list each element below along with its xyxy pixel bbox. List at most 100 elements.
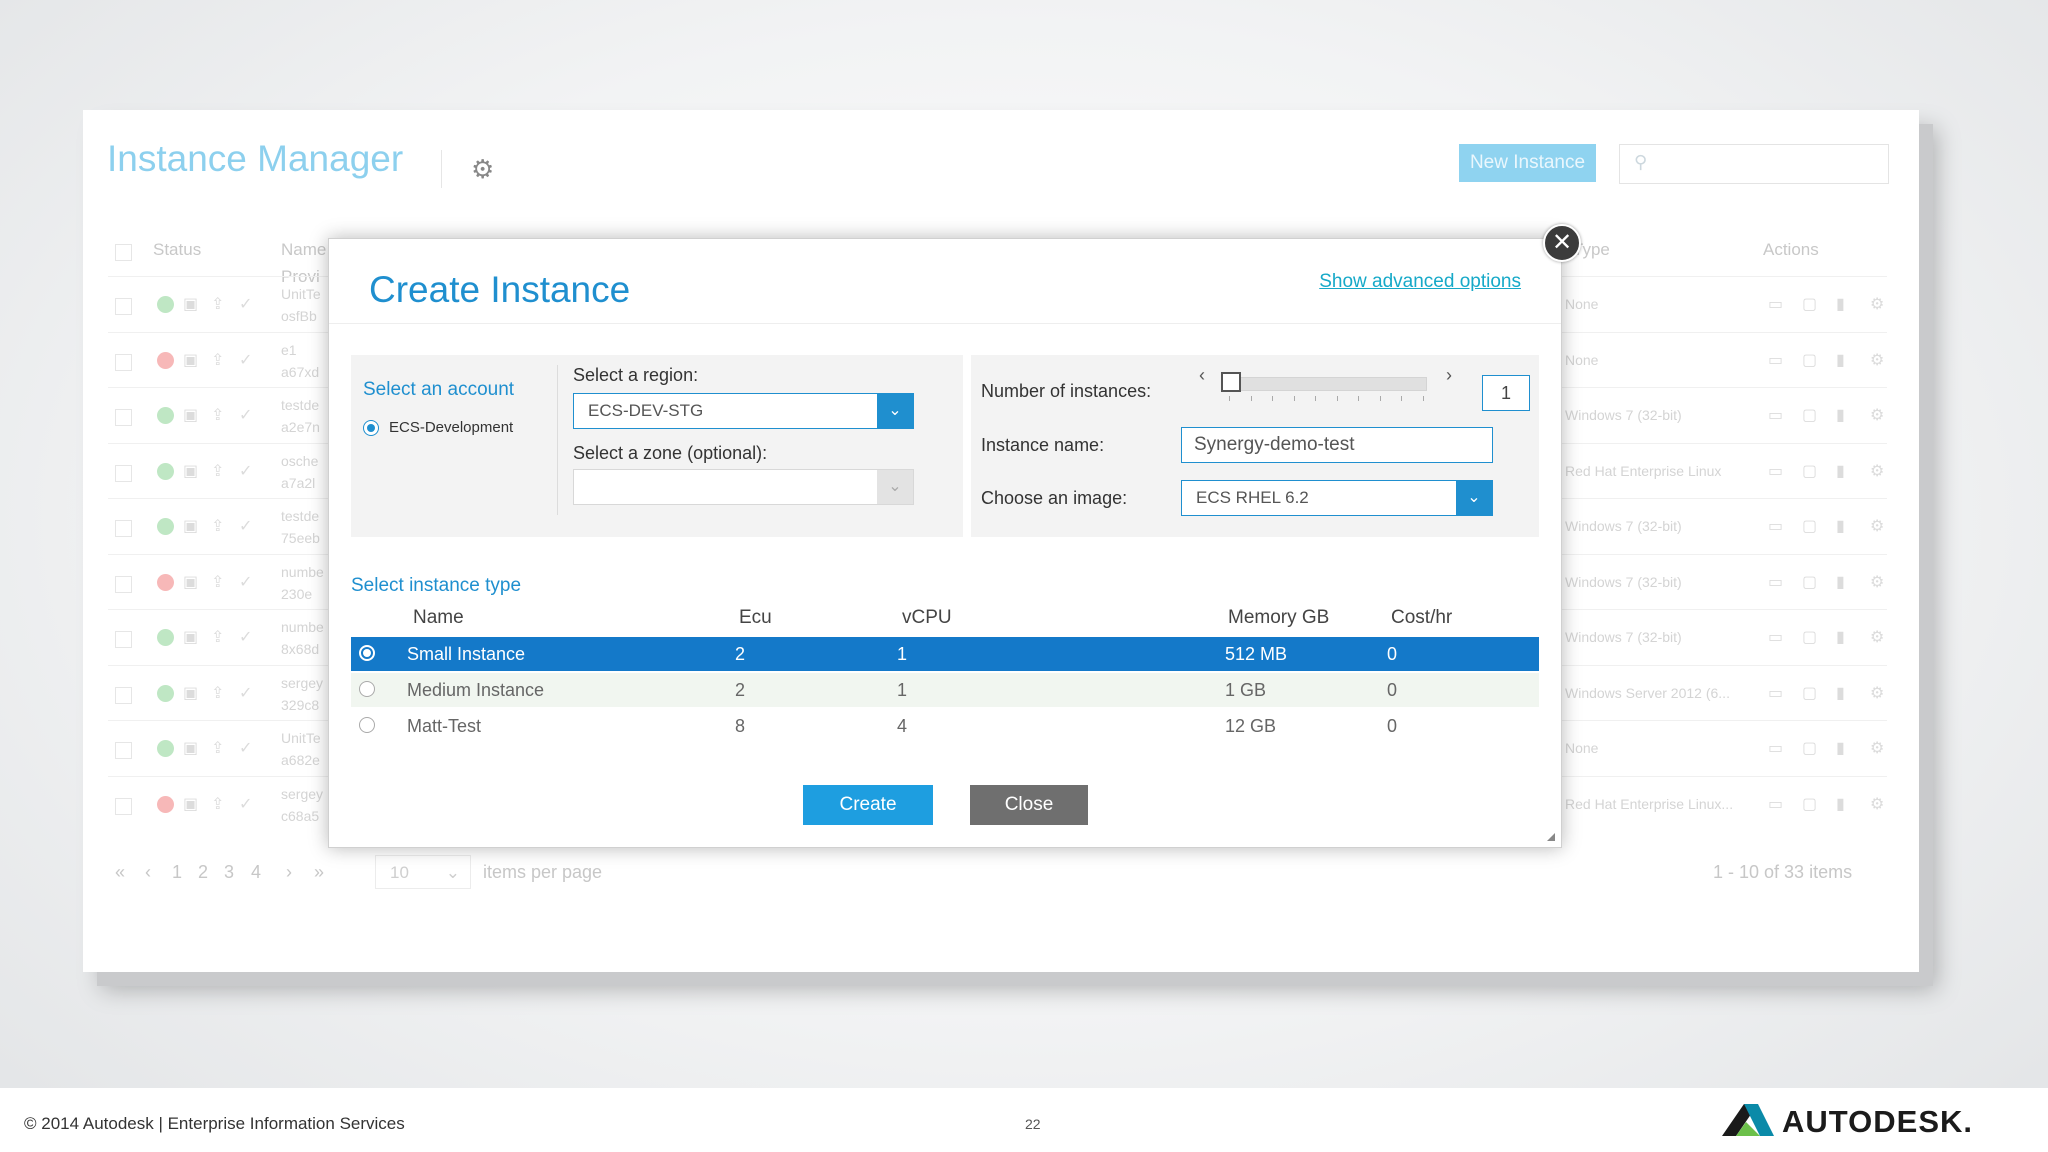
storage-icon[interactable]: ▭: [1768, 683, 1783, 703]
storage-icon[interactable]: ▭: [1768, 627, 1783, 647]
row-checkbox[interactable]: [115, 686, 132, 704]
row-checkbox[interactable]: [115, 631, 132, 648]
region-select[interactable]: ECS-DEV-STG ⌄: [573, 393, 914, 429]
zone-select[interactable]: ⌄: [573, 469, 914, 505]
gear-icon[interactable]: ⚙: [1870, 350, 1884, 370]
gear-icon[interactable]: ⚙: [1870, 683, 1884, 703]
storage-icon[interactable]: ▭: [1768, 794, 1783, 814]
upload-icon[interactable]: ⇪: [211, 627, 224, 647]
instance-type-radio[interactable]: [359, 681, 375, 697]
pager-page-3[interactable]: 3: [224, 862, 234, 883]
per-page-select[interactable]: 10 ⌄: [375, 855, 471, 889]
upload-icon[interactable]: ⇪: [211, 516, 224, 536]
slider-left-icon[interactable]: ‹: [1199, 365, 1205, 386]
image-select[interactable]: ECS RHEL 6.2 ⌄: [1181, 480, 1493, 516]
account-radio[interactable]: [363, 420, 379, 436]
check-icon[interactable]: ✓: [239, 683, 252, 703]
console-icon[interactable]: ▢: [1802, 294, 1817, 314]
gear-icon[interactable]: ⚙: [1870, 572, 1884, 592]
signal-icon[interactable]: ▮: [1836, 405, 1845, 425]
signal-icon[interactable]: ▮: [1836, 627, 1845, 647]
gear-icon[interactable]: ⚙: [1870, 794, 1884, 814]
signal-icon[interactable]: ▮: [1836, 516, 1845, 536]
instances-count-input[interactable]: 1: [1482, 375, 1530, 411]
lock-icon[interactable]: ▣: [183, 461, 198, 481]
close-button[interactable]: Close: [970, 785, 1088, 825]
check-icon[interactable]: ✓: [239, 516, 252, 536]
console-icon[interactable]: ▢: [1802, 572, 1817, 592]
check-icon[interactable]: ✓: [239, 350, 252, 370]
console-icon[interactable]: ▢: [1802, 461, 1817, 481]
row-checkbox[interactable]: [115, 353, 132, 371]
check-icon[interactable]: ✓: [239, 294, 252, 314]
lock-icon[interactable]: ▣: [183, 683, 198, 703]
instance-type-row[interactable]: Small Instance 2 1 512 MB 0: [351, 637, 1539, 671]
signal-icon[interactable]: ▮: [1836, 572, 1845, 592]
select-all-checkbox[interactable]: [115, 244, 132, 261]
console-icon[interactable]: ▢: [1802, 794, 1817, 814]
console-icon[interactable]: ▢: [1802, 738, 1817, 758]
pager-page-4[interactable]: 4: [251, 862, 261, 883]
lock-icon[interactable]: ▣: [183, 738, 198, 758]
pager-page-2[interactable]: 2: [198, 862, 208, 883]
upload-icon[interactable]: ⇪: [211, 683, 224, 703]
gear-icon[interactable]: ⚙: [1870, 516, 1884, 536]
check-icon[interactable]: ✓: [239, 627, 252, 647]
gear-icon[interactable]: ⚙: [1870, 405, 1884, 425]
storage-icon[interactable]: ▭: [1768, 294, 1783, 314]
upload-icon[interactable]: ⇪: [211, 572, 224, 592]
upload-icon[interactable]: ⇪: [211, 794, 224, 814]
row-checkbox[interactable]: [115, 409, 132, 426]
slider-handle[interactable]: [1221, 372, 1241, 392]
console-icon[interactable]: ▢: [1802, 350, 1817, 370]
storage-icon[interactable]: ▭: [1768, 461, 1783, 481]
chevron-down-icon[interactable]: ⌄: [1456, 481, 1492, 515]
instance-name-input[interactable]: Synergy-demo-test: [1181, 427, 1493, 463]
console-icon[interactable]: ▢: [1802, 627, 1817, 647]
row-checkbox[interactable]: [115, 520, 132, 537]
instance-type-radio[interactable]: [359, 645, 375, 661]
console-icon[interactable]: ▢: [1802, 516, 1817, 536]
lock-icon[interactable]: ▣: [183, 794, 198, 814]
signal-icon[interactable]: ▮: [1836, 461, 1845, 481]
signal-icon[interactable]: ▮: [1836, 794, 1845, 814]
storage-icon[interactable]: ▭: [1768, 572, 1783, 592]
show-advanced-options-link[interactable]: Show advanced options: [1319, 271, 1521, 293]
check-icon[interactable]: ✓: [239, 794, 252, 814]
upload-icon[interactable]: ⇪: [211, 405, 224, 425]
lock-icon[interactable]: ▣: [183, 294, 198, 314]
row-checkbox[interactable]: [115, 575, 132, 593]
console-icon[interactable]: ▢: [1802, 683, 1817, 703]
check-icon[interactable]: ✓: [239, 738, 252, 758]
console-icon[interactable]: ▢: [1802, 405, 1817, 425]
lock-icon[interactable]: ▣: [183, 627, 198, 647]
gear-icon[interactable]: ⚙: [1870, 738, 1884, 758]
signal-icon[interactable]: ▮: [1836, 294, 1845, 314]
pager-last[interactable]: »: [314, 862, 324, 883]
row-checkbox[interactable]: [115, 797, 132, 815]
signal-icon[interactable]: ▮: [1836, 350, 1845, 370]
pager-next[interactable]: ›: [286, 862, 292, 883]
row-checkbox[interactable]: [115, 742, 132, 759]
check-icon[interactable]: ✓: [239, 572, 252, 592]
upload-icon[interactable]: ⇪: [211, 738, 224, 758]
resize-handle[interactable]: [1547, 833, 1555, 841]
storage-icon[interactable]: ▭: [1768, 350, 1783, 370]
create-button[interactable]: Create: [803, 785, 933, 825]
pager-prev[interactable]: ‹: [145, 862, 151, 883]
gear-icon[interactable]: ⚙: [1870, 461, 1884, 481]
upload-icon[interactable]: ⇪: [211, 350, 224, 370]
check-icon[interactable]: ✓: [239, 405, 252, 425]
instances-slider[interactable]: [1227, 377, 1427, 391]
chevron-down-icon[interactable]: ⌄: [877, 470, 913, 504]
lock-icon[interactable]: ▣: [183, 572, 198, 592]
upload-icon[interactable]: ⇪: [211, 461, 224, 481]
row-checkbox[interactable]: [115, 298, 132, 315]
lock-icon[interactable]: ▣: [183, 516, 198, 536]
storage-icon[interactable]: ▭: [1768, 516, 1783, 536]
pager-page-1[interactable]: 1: [172, 862, 182, 883]
storage-icon[interactable]: ▭: [1768, 738, 1783, 758]
close-icon[interactable]: ✕: [1543, 224, 1581, 262]
row-checkbox[interactable]: [115, 464, 132, 482]
instance-type-row[interactable]: Medium Instance 2 1 1 GB 0: [351, 673, 1539, 707]
